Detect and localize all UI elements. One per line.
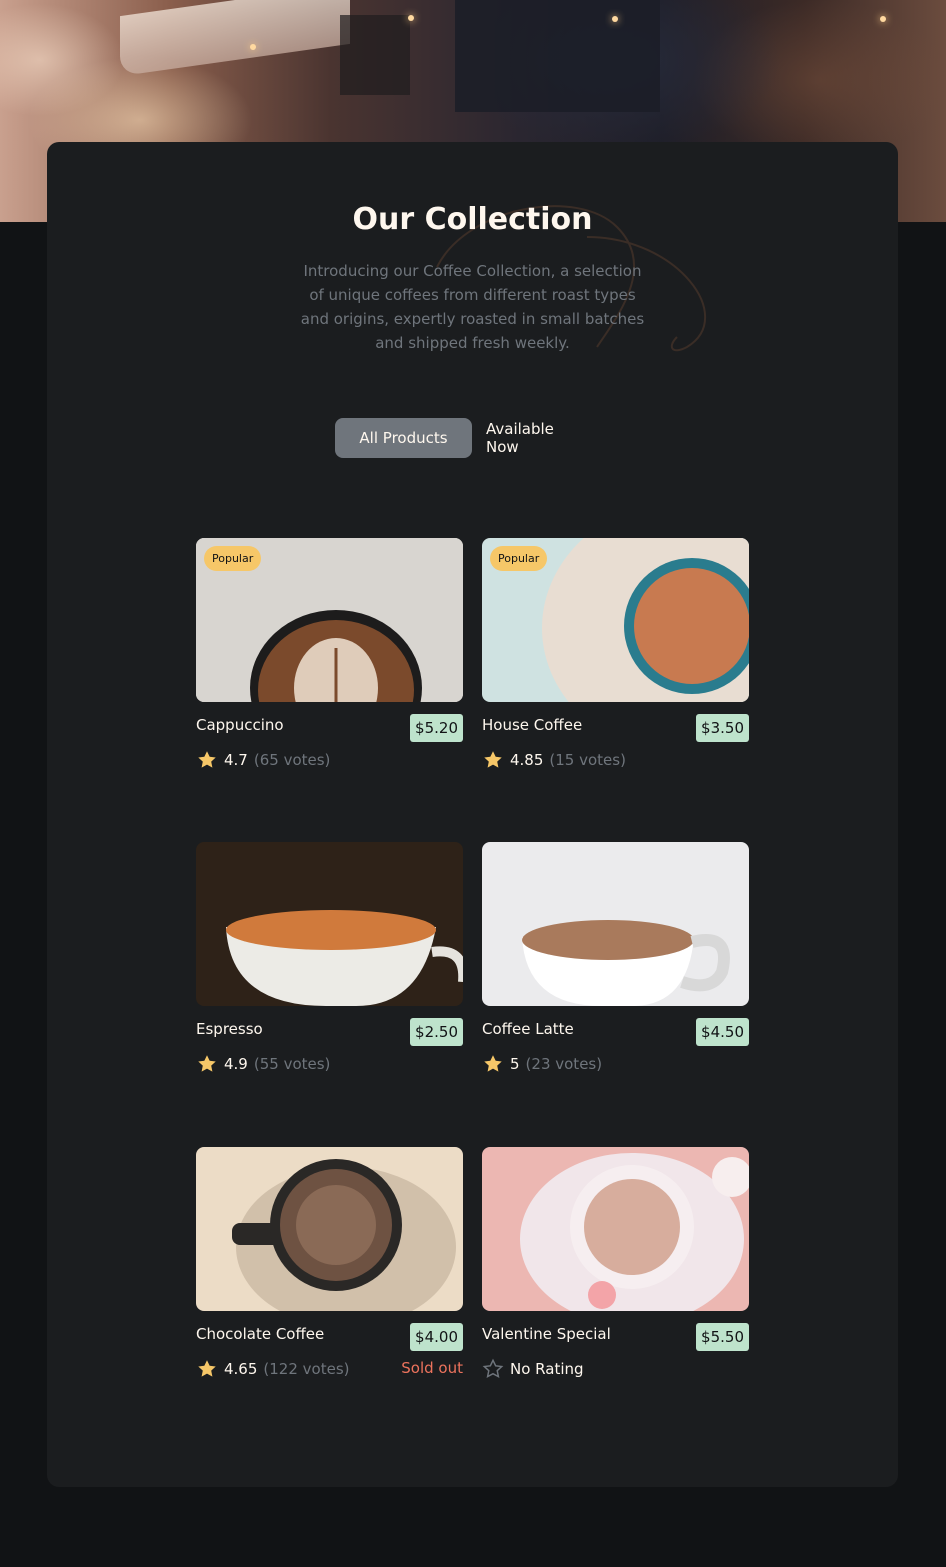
cappuccino-photo: Popular (196, 538, 463, 702)
product-price: $4.00 (410, 1323, 463, 1351)
product-name: Coffee Latte (482, 1020, 574, 1038)
menu-board (455, 0, 660, 112)
product-rating: 4.9 (55 votes) (196, 1052, 330, 1076)
rating-votes: (65 votes) (253, 751, 331, 769)
popular-badge: Popular (490, 546, 548, 571)
product-name: Valentine Special (482, 1325, 611, 1343)
star-filled-icon (484, 751, 502, 768)
filter-tabs: All Products Available Now (335, 418, 604, 458)
page-title: Our Collection (352, 202, 593, 237)
rating-votes: (15 votes) (549, 751, 626, 769)
product-price: $3.50 (696, 714, 749, 742)
product-rating: 4.85 (15 votes) (482, 748, 626, 772)
menu-board-small (340, 15, 410, 95)
rating-value: 4.7 (224, 751, 248, 769)
product-name: Chocolate Coffee (196, 1325, 325, 1343)
rating-votes: (55 votes) (253, 1055, 331, 1073)
product-rating: 4.65 (122 votes) (196, 1357, 350, 1381)
rating-value: 4.65 (224, 1360, 258, 1378)
product-rating: 5 (23 votes) (482, 1052, 602, 1076)
rating-value: 4.9 (224, 1055, 248, 1073)
collection-panel: Our Collection Introducing our Coffee Co… (47, 142, 898, 1487)
product-card-espresso[interactable]: Espresso $2.50 4.9 (55 votes) (196, 842, 463, 1082)
product-name: Espresso (196, 1020, 263, 1038)
rating-votes: (23 votes) (525, 1055, 603, 1073)
rating-value: 4.85 (510, 751, 544, 769)
product-rating: 4.7 (65 votes) (196, 748, 330, 772)
chocolate-coffee-photo (196, 1147, 463, 1311)
house-coffee-photo: Popular (482, 538, 749, 702)
mug-topview-image (196, 1147, 463, 1311)
product-name: House Coffee (482, 716, 583, 734)
awning-shape (120, 0, 350, 77)
espresso-photo (196, 842, 463, 1006)
lamp-light (880, 16, 886, 22)
espresso-cup-image (196, 842, 463, 1006)
product-rating: No Rating (482, 1357, 584, 1381)
rating-value: 5 (510, 1055, 520, 1073)
collection-intro: Introducing our Coffee Collection, a sel… (300, 262, 645, 352)
product-card-chocolate-coffee[interactable]: Chocolate Coffee $4.00 4.65 (122 votes) … (196, 1147, 463, 1387)
product-price: $5.50 (696, 1323, 749, 1351)
product-card-valentine-special[interactable]: Valentine Special $5.50 No Rating (482, 1147, 749, 1387)
pink-cup-image (482, 1147, 749, 1311)
product-card-cappuccino[interactable]: Popular Cappuccino $5.20 4.7 (65 votes) (196, 538, 463, 778)
lamp-light (612, 16, 618, 22)
product-price: $4.50 (696, 1018, 749, 1046)
star-filled-icon (198, 1360, 216, 1377)
latte-cup-image (482, 842, 749, 1006)
lamp-light (250, 44, 256, 50)
tab-all-products[interactable]: All Products (335, 418, 472, 458)
product-card-coffee-latte[interactable]: Coffee Latte $4.50 5 (23 votes) (482, 842, 749, 1082)
star-filled-icon (484, 1055, 502, 1072)
product-price: $5.20 (410, 714, 463, 742)
rating-value: No Rating (510, 1360, 584, 1378)
product-name: Cappuccino (196, 716, 284, 734)
valentine-special-photo (482, 1147, 749, 1311)
popular-badge: Popular (204, 546, 262, 571)
star-filled-icon (198, 751, 216, 768)
star-outline-icon (482, 1358, 504, 1378)
lamp-light (408, 15, 414, 21)
product-card-house-coffee[interactable]: Popular House Coffee $3.50 4.85 (15 vote… (482, 538, 749, 778)
star-filled-icon (198, 1055, 216, 1072)
coffee-latte-photo (482, 842, 749, 1006)
tab-available-now[interactable]: Available Now (472, 418, 604, 458)
product-price: $2.50 (410, 1018, 463, 1046)
sold-out-label: Sold out (401, 1359, 463, 1377)
rating-votes: (122 votes) (263, 1360, 350, 1378)
